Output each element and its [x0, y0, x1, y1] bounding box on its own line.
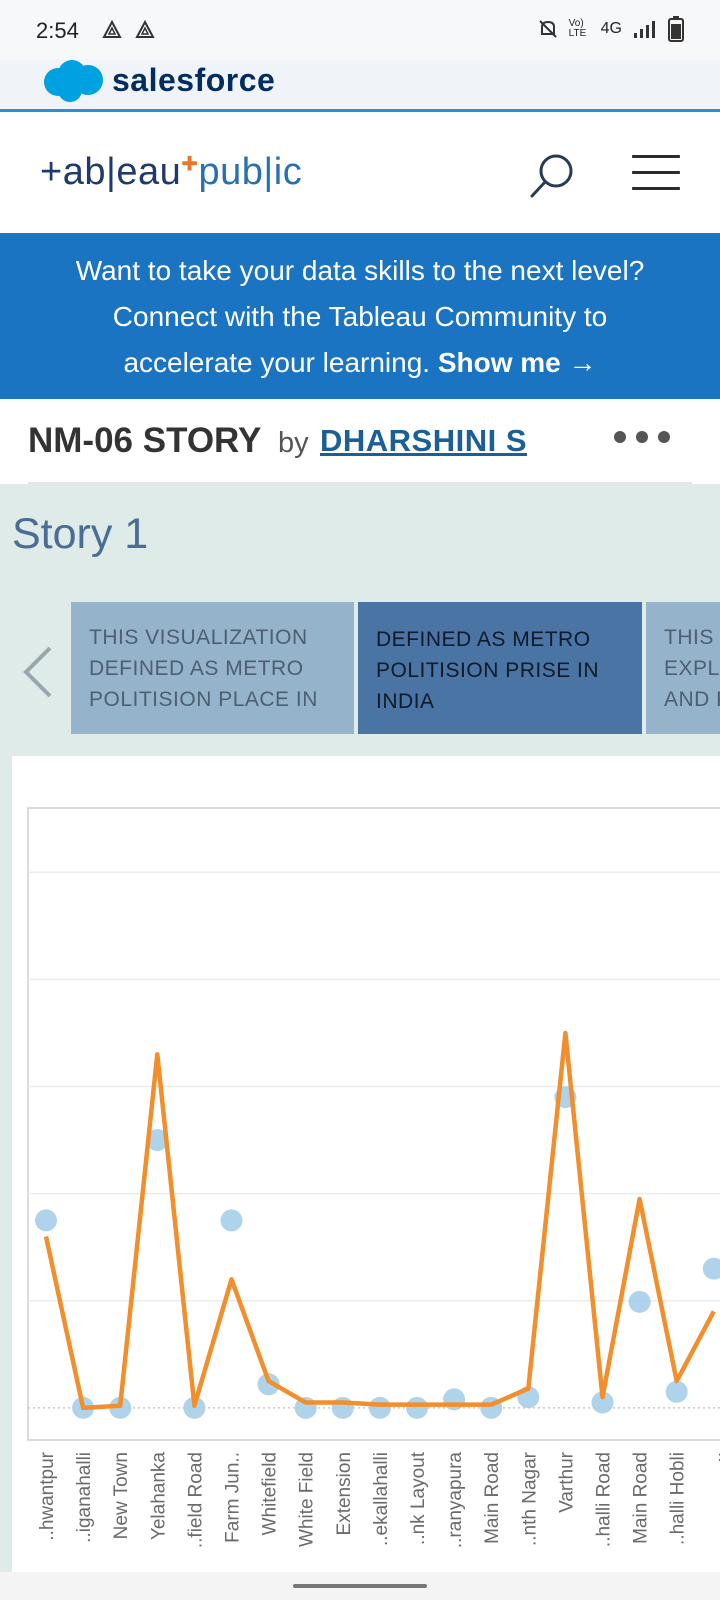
status-bar: 2:54 Vo) LTE 4G [0, 0, 720, 60]
story-point-2-line-3: INDIA [376, 690, 435, 713]
salesforce-wordmark[interactable]: salesforce [112, 62, 275, 99]
x-tick-label: ..iganahalli [74, 1452, 95, 1543]
banner-line-3: accelerate your learning. [123, 347, 431, 378]
hamburger-menu-icon[interactable] [632, 155, 680, 195]
x-tick-label: Farm Jun.. [223, 1452, 244, 1543]
data-point[interactable] [628, 1290, 651, 1313]
plot-frame [27, 807, 720, 1441]
more-horizontal-icon[interactable] [614, 431, 670, 443]
x-tick-label: Main Road [482, 1452, 503, 1544]
story-point-3-line-2: EXPLA [664, 657, 720, 680]
data-point[interactable] [368, 1396, 391, 1419]
x-tick-label: ..nk Layout [408, 1451, 429, 1545]
tableau-header: +ab|eau✚pub|ic [0, 115, 720, 233]
story-point-1[interactable]: THIS VISUALIZATION DEFINED AS METRO POLI… [71, 602, 354, 734]
viz-by-label: by [278, 427, 309, 459]
x-tick-label: .. [705, 1452, 720, 1463]
x-tick-label: ..halli Hobli [668, 1452, 689, 1545]
x-tick-label: ..field Road [185, 1452, 206, 1548]
status-time: 2:54 [36, 18, 79, 43]
story-point-2[interactable]: DEFINED AS METRO POLITISION PRISE IN IND… [358, 602, 642, 734]
x-tick-label: Varthur [556, 1451, 577, 1513]
network-label: 4G [600, 20, 622, 37]
story-title: Story 1 [12, 510, 149, 558]
story-point-2-line-2: POLITISION PRISE IN [376, 659, 600, 682]
x-tick-label: White Field [297, 1452, 318, 1547]
x-tick-label: Extension [334, 1452, 355, 1535]
x-tick-label: ..ranyapura [445, 1452, 466, 1549]
battery-icon [668, 16, 684, 42]
navigation-bar [0, 1572, 720, 1600]
tableau-public-logo[interactable]: +ab|eau✚pub|ic [40, 151, 302, 194]
alert-triangle-icon [135, 20, 155, 38]
chevron-left-icon[interactable] [22, 644, 54, 700]
series-line [43, 1030, 716, 1411]
banner-line-2: Connect with the Tableau Community to [112, 301, 608, 332]
author-link[interactable]: DHARSHINI S [320, 423, 527, 459]
data-point[interactable] [331, 1396, 354, 1419]
story-point-1-line-2: DEFINED AS METRO [89, 657, 304, 680]
community-banner: Want to take your data skills to the nex… [0, 233, 720, 399]
x-tick-label: ..ekallahalli [371, 1452, 392, 1546]
alert-triangle-icon [102, 20, 122, 38]
x-tick-label: ..nth Nagar [519, 1451, 540, 1546]
line-chart[interactable]: ..hwantpur ..iganahalli New Town Yelahanka.… [12, 756, 720, 1600]
volte-label: Vo) LTE [568, 18, 587, 39]
x-tick-label: New Town [111, 1452, 132, 1539]
story-point-2-line-1: DEFINED AS METRO [376, 628, 591, 651]
x-tick-label: ..hwantpur [37, 1451, 58, 1540]
search-icon[interactable] [528, 151, 578, 201]
viz-header: NM-06 STORY by DHARSHINI S [0, 399, 720, 483]
data-point[interactable] [35, 1209, 57, 1232]
banner-line-3-wrap: accelerate your learning. Show me → [0, 340, 720, 386]
x-tick-label: ..halli Road [594, 1452, 615, 1547]
x-tick-label: Main Road [631, 1452, 652, 1544]
data-point[interactable] [220, 1209, 243, 1232]
data-point[interactable] [665, 1380, 688, 1403]
tableau-logo-left: +ab|eau [40, 151, 182, 193]
salesforce-bar: salesforce [0, 60, 720, 112]
tableau-logo-right: pub|ic [198, 151, 303, 193]
chart-container: ..hwantpur ..iganahalli New Town Yelahanka.… [12, 756, 720, 1600]
story-point-3-line-1: THIS V [664, 626, 720, 649]
tableau-plus-icon: ✚ [181, 153, 199, 176]
story-point-3-line-3: AND P [664, 688, 720, 711]
story-point-1-line-3: POLITISION PLACE IN [89, 688, 318, 711]
signal-icon [634, 21, 655, 38]
data-point[interactable] [702, 1257, 720, 1280]
status-right: Vo) LTE 4G [537, 16, 684, 42]
bell-off-icon [538, 20, 557, 38]
salesforce-cloud-icon[interactable] [42, 60, 106, 104]
x-tick-label: Whitefield [260, 1452, 281, 1535]
story-point-1-line-1: THIS VISUALIZATION [89, 626, 308, 649]
banner-line-1: Want to take your data skills to the nex… [75, 255, 645, 286]
data-point[interactable] [406, 1396, 428, 1419]
story-point-3[interactable]: THIS V EXPLA AND P [646, 602, 720, 734]
show-me-link[interactable]: Show me → [438, 347, 597, 378]
story-area: Story 1 THIS VISUALIZATION DEFINED AS ME… [0, 484, 720, 1600]
data-point[interactable] [443, 1388, 466, 1411]
x-tick-label: Yelahanka [148, 1452, 169, 1540]
home-gesture-bar[interactable] [293, 1584, 427, 1588]
viz-title: NM-06 STORY [28, 421, 262, 460]
